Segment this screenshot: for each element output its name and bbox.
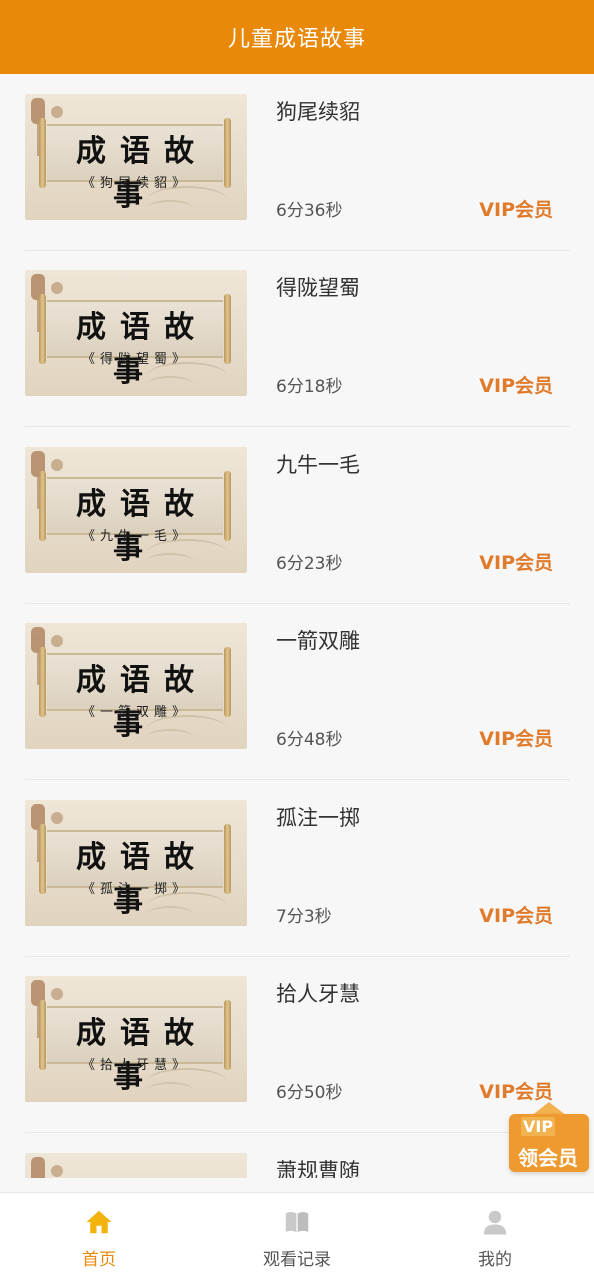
page-title: 儿童成语故事 [227,27,366,52]
lantern-icon [51,812,63,824]
list-item[interactable]: 萧规曹随 [25,1133,570,1178]
vip-tag: VIP [521,1117,556,1136]
mountain-icon [147,553,193,569]
tab-label: 观看记录 [263,1250,331,1270]
story-thumbnail[interactable] [25,1153,247,1178]
tab-mine[interactable]: 我的 [396,1193,594,1281]
vip-member-label[interactable]: VIP会员 [479,548,553,575]
lantern-icon [31,1157,45,1178]
story-thumbnail[interactable]: 成语故事 《九牛一毛》 [25,447,247,573]
story-title[interactable]: 萧规曹随 [276,1155,360,1178]
vip-member-label[interactable]: VIP会员 [479,901,553,928]
user-icon [483,1210,507,1235]
list-item[interactable]: 成语故事 《九牛一毛》 九牛一毛 6分23秒 VIP会员 [25,427,570,604]
lantern-icon [51,459,63,471]
lantern-icon [51,106,63,118]
tab-label: 首页 [82,1250,116,1270]
story-thumbnail[interactable]: 成语故事 《狗尾续貂》 [25,94,247,220]
story-thumbnail[interactable]: 成语故事 《拾人牙慧》 [25,976,247,1102]
story-duration: 6分36秒 [276,201,343,221]
list-item[interactable]: 成语故事 《一箭双雕》 一箭双雕 6分48秒 VIP会员 [25,603,570,780]
story-title[interactable]: 一箭双雕 [276,625,360,655]
bottom-tab-bar: 首页 观看记录 我的 [0,1192,594,1281]
mountain-icon [147,200,193,216]
story-title[interactable]: 得陇望蜀 [276,272,360,302]
story-duration: 6分23秒 [276,554,343,574]
lantern-icon [51,988,63,1000]
story-duration: 6分18秒 [276,377,343,397]
story-title[interactable]: 九牛一毛 [276,449,360,479]
mountain-icon [147,376,193,392]
story-thumbnail[interactable]: 成语故事 《得陇望蜀》 [25,270,247,396]
story-thumbnail[interactable]: 成语故事 《孤注一掷》 [25,800,247,926]
lantern-icon [51,635,63,647]
mountain-icon [147,729,193,745]
vip-member-label[interactable]: VIP会员 [479,724,553,751]
get-vip-floating-button[interactable]: VIP 领会员 [509,1102,589,1172]
story-title[interactable]: 狗尾续貂 [276,96,360,126]
story-duration: 6分48秒 [276,730,343,750]
story-title[interactable]: 拾人牙慧 [276,978,360,1008]
tab-home[interactable]: 首页 [0,1193,198,1281]
vip-member-label[interactable]: VIP会员 [479,195,553,222]
mountain-icon [147,906,193,922]
app-header: 儿童成语故事 [0,0,594,74]
lantern-icon [51,1165,63,1177]
list-item[interactable]: 成语故事 《拾人牙慧》 拾人牙慧 6分50秒 VIP会员 [25,956,570,1133]
mountain-icon [147,1082,193,1098]
vip-member-label[interactable]: VIP会员 [479,1077,553,1104]
story-thumbnail[interactable]: 成语故事 《一箭双雕》 [25,623,247,749]
tab-label: 我的 [478,1250,512,1270]
story-duration: 7分3秒 [276,907,332,927]
home-icon [86,1210,112,1234]
get-vip-label: 领会员 [518,1146,578,1170]
story-duration: 6分50秒 [276,1083,343,1103]
story-list[interactable]: 成语故事 《狗尾续貂》 狗尾续貂 6分36秒 VIP会员 成语故事 《得陇望蜀》… [0,74,594,1178]
book-icon [285,1212,309,1232]
list-item[interactable]: 成语故事 《得陇望蜀》 得陇望蜀 6分18秒 VIP会员 [25,250,570,427]
story-title[interactable]: 孤注一掷 [276,802,360,832]
vip-member-label[interactable]: VIP会员 [479,371,553,398]
lantern-icon [51,282,63,294]
list-item[interactable]: 成语故事 《狗尾续貂》 狗尾续貂 6分36秒 VIP会员 [25,74,570,251]
list-item[interactable]: 成语故事 《孤注一掷》 孤注一掷 7分3秒 VIP会员 [25,780,570,957]
tab-watch-history[interactable]: 观看记录 [198,1193,396,1281]
